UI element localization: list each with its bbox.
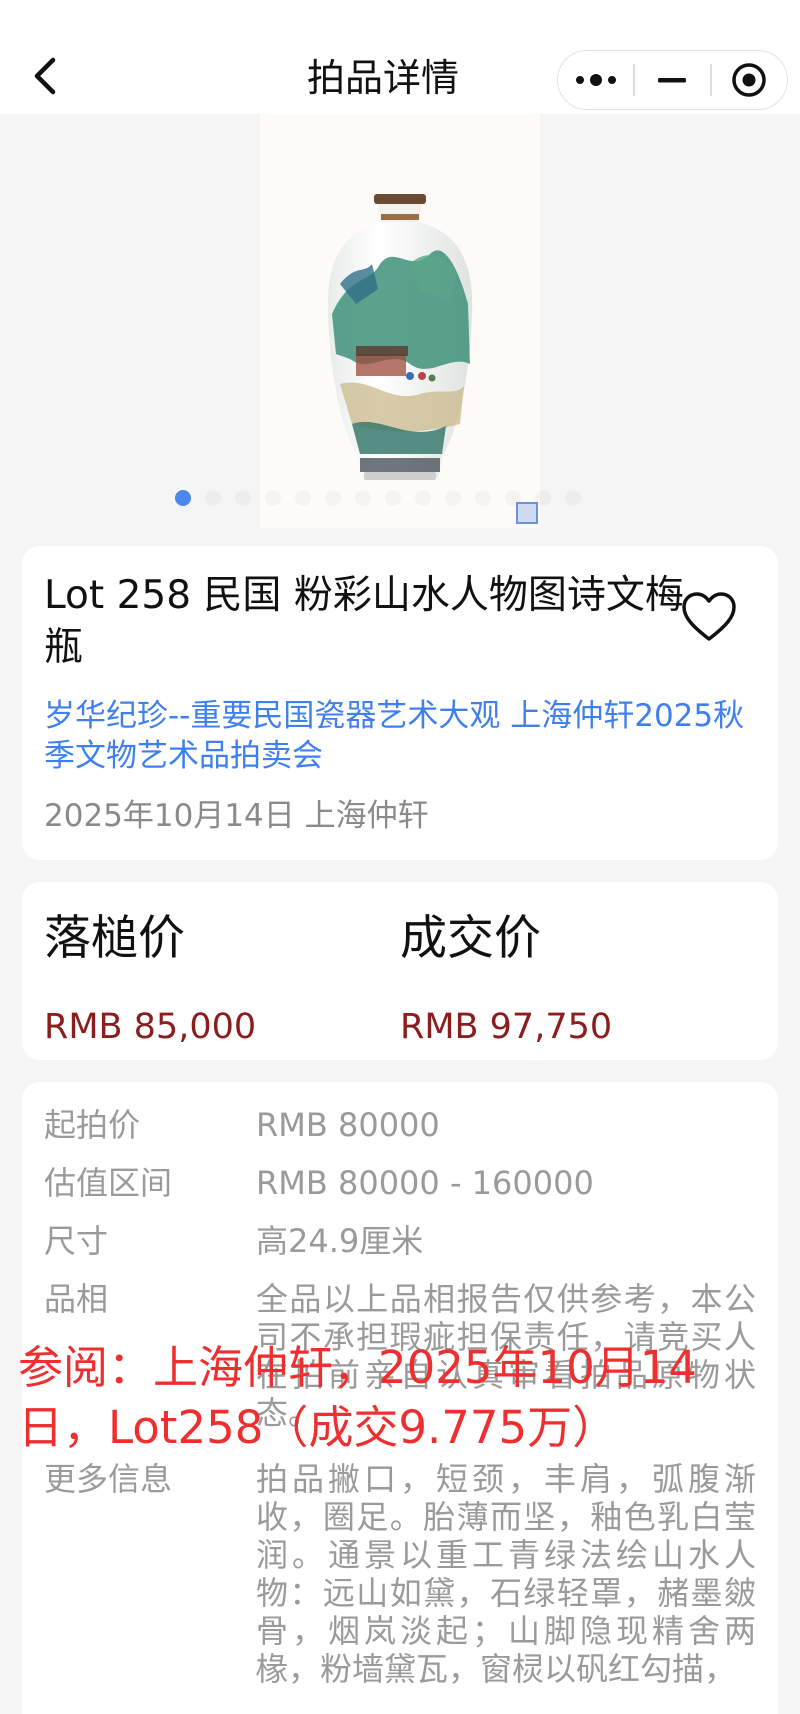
detail-label: 品相 <box>44 1280 109 1318</box>
detail-label: 估值区间 <box>44 1164 173 1202</box>
image-carousel[interactable] <box>0 114 800 528</box>
carousel-dot[interactable] <box>205 490 221 506</box>
carousel-dot[interactable] <box>265 490 281 506</box>
hammer-price-label: 落槌价 <box>44 911 185 966</box>
detail-value: 拍品撇口，短颈，丰肩，弧腹渐收，圈足。胎薄而坚，釉色乳白莹润。通景以重工青绿法绘… <box>256 1460 756 1688</box>
minimize-button[interactable] <box>635 51 710 109</box>
carousel-dot[interactable] <box>385 490 401 506</box>
more-button[interactable] <box>558 51 633 109</box>
lot-info-card: Lot 258 民国 粉彩山水人物图诗文梅瓶 岁华纪珍--重要民国瓷器艺术大观 … <box>22 546 778 860</box>
detail-label: 起拍价 <box>44 1106 141 1144</box>
auction-session-link[interactable]: 岁华纪珍--重要民国瓷器艺术大观 上海仲轩2025秋季文物艺术品拍卖会 <box>44 696 774 776</box>
carousel-dot[interactable] <box>235 490 251 506</box>
mini-program-capsule <box>557 50 788 110</box>
detail-label: 更多信息 <box>44 1460 173 1498</box>
carousel-dot[interactable] <box>445 490 461 506</box>
carousel-dot[interactable] <box>565 490 581 506</box>
sale-date-house: 2025年10月14日 上海仲轩 <box>44 798 429 834</box>
lot-image[interactable] <box>260 114 540 528</box>
carousel-dot[interactable] <box>295 490 311 506</box>
carousel-dot[interactable] <box>415 490 431 506</box>
more-dots-icon <box>575 74 616 86</box>
close-button[interactable] <box>712 51 787 109</box>
carousel-dot[interactable] <box>325 490 341 506</box>
price-card: 落槌价 RMB 85,000 成交价 RMB 97,750 <box>22 882 778 1060</box>
heart-outline-icon <box>682 592 736 641</box>
hammer-price-block: 落槌价 RMB 85,000 <box>44 908 384 1050</box>
hammer-price-value: RMB 85,000 <box>44 1007 257 1047</box>
seal-stamp-icon <box>516 502 538 524</box>
detail-label: 尺寸 <box>44 1222 109 1260</box>
minimize-icon <box>658 78 687 83</box>
target-close-icon <box>732 63 767 97</box>
reference-annotation: 参阅：上海仲轩，2025年10月14日，Lot258（成交9.775万） <box>18 1341 698 1454</box>
lot-title: Lot 258 民国 粉彩山水人物图诗文梅瓶 <box>44 573 684 670</box>
deal-price-label: 成交价 <box>400 911 541 966</box>
detail-value: RMB 80000 <box>256 1106 440 1144</box>
carousel-dot[interactable] <box>355 490 371 506</box>
detail-value: RMB 80000 - 160000 <box>256 1164 594 1202</box>
carousel-dot[interactable] <box>475 490 491 506</box>
nav-header: 拍品详情 <box>0 0 800 114</box>
detail-value: 高24.9厘米 <box>256 1222 424 1260</box>
deal-price-value: RMB 97,750 <box>400 1007 613 1047</box>
carousel-dot[interactable] <box>175 490 191 506</box>
deal-price-block: 成交价 RMB 97,750 <box>400 908 740 1050</box>
vase-image <box>327 194 473 480</box>
favorite-button[interactable] <box>680 590 746 652</box>
